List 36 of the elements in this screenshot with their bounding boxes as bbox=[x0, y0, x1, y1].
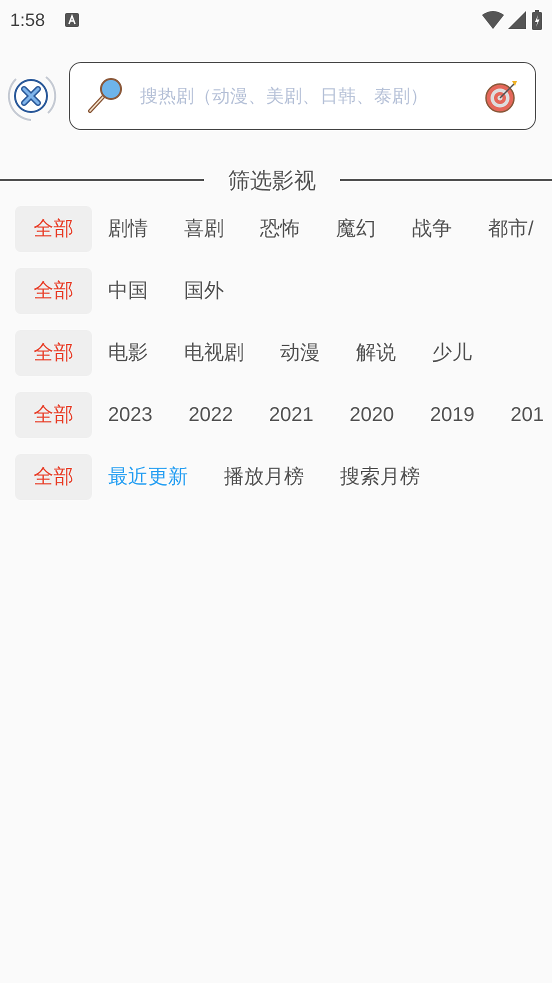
section-title: 筛选影视 bbox=[228, 166, 316, 194]
filter-option[interactable]: 电视剧 bbox=[184, 330, 244, 376]
filter-option[interactable]: 2021 bbox=[269, 392, 314, 438]
battery-icon bbox=[532, 10, 542, 30]
filter-option[interactable]: 动漫 bbox=[280, 330, 320, 376]
filter-option[interactable]: 国外 bbox=[184, 268, 224, 314]
filter-option[interactable]: 播放月榜 bbox=[224, 454, 304, 500]
filter-option[interactable]: 解说 bbox=[356, 330, 396, 376]
filter-option[interactable]: 中国 bbox=[108, 268, 148, 314]
all-filter-chip[interactable]: 全部 bbox=[15, 392, 92, 438]
target-icon bbox=[485, 79, 519, 113]
filter-option[interactable]: 恐怖 bbox=[260, 206, 300, 252]
filter-option[interactable]: 少儿 bbox=[432, 330, 472, 376]
magnifier-icon bbox=[86, 77, 124, 115]
filter-option[interactable]: 都市/ bbox=[488, 206, 534, 252]
filter-option[interactable]: 战争 bbox=[412, 206, 452, 252]
filter-option[interactable]: 2022 bbox=[188, 392, 233, 438]
filter-option[interactable]: 2020 bbox=[350, 392, 394, 438]
filter-option[interactable]: 电影 bbox=[108, 330, 148, 376]
search-input[interactable]: 搜热剧（动漫、美剧、日韩、泰剧） bbox=[140, 82, 485, 110]
status-time: 1:58 bbox=[10, 8, 46, 32]
signal-icon bbox=[508, 11, 526, 29]
filter-option[interactable]: 2023 bbox=[108, 392, 152, 438]
all-filter-chip[interactable]: 全部 bbox=[15, 330, 92, 376]
filter-option[interactable]: 喜剧 bbox=[184, 206, 224, 252]
wifi-icon bbox=[482, 11, 504, 29]
filter-option[interactable]: 201 bbox=[510, 392, 544, 438]
filter-option[interactable]: 2019 bbox=[430, 392, 474, 438]
all-filter-chip[interactable]: 全部 bbox=[15, 268, 92, 314]
keyboard-icon bbox=[65, 13, 80, 27]
filter-option[interactable]: 搜索月榜 bbox=[340, 454, 420, 500]
all-filter-chip[interactable]: 全部 bbox=[15, 454, 92, 500]
search-field[interactable]: 搜热剧（动漫、美剧、日韩、泰剧） bbox=[69, 62, 536, 130]
filter-option[interactable]: 剧情 bbox=[108, 206, 148, 252]
filter-option[interactable]: 魔幻 bbox=[336, 206, 376, 252]
all-filter-chip[interactable]: 全部 bbox=[15, 206, 92, 252]
